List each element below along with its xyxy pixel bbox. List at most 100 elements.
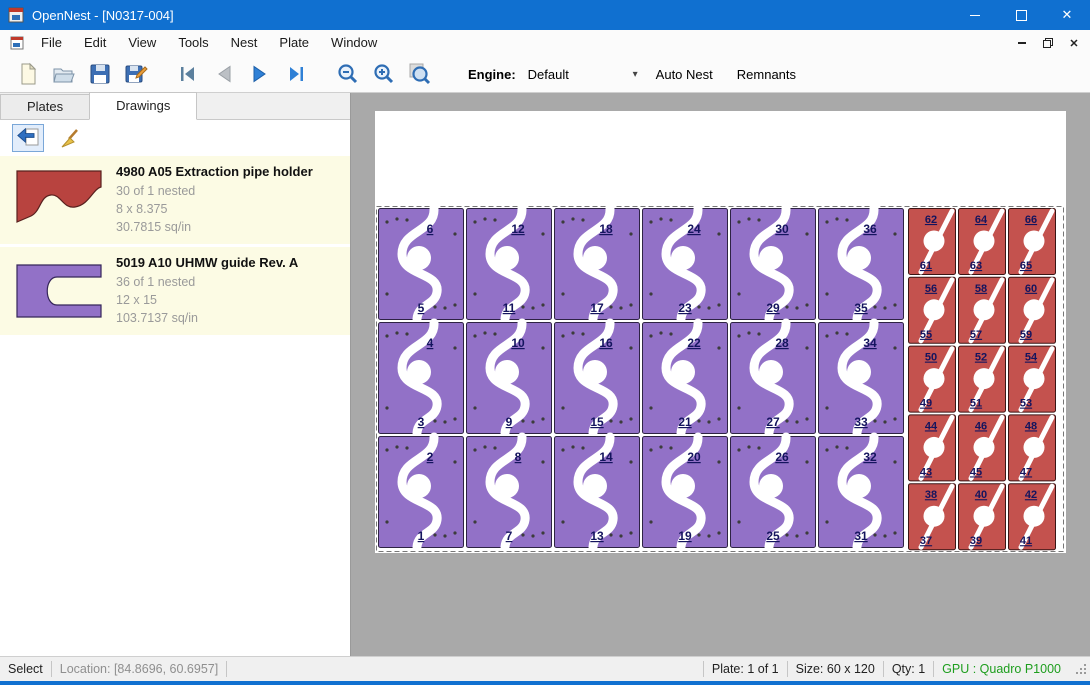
part-number[interactable]: 10 — [511, 336, 525, 350]
red-part-pair[interactable]: 6665 — [1009, 209, 1056, 275]
part-number[interactable]: 15 — [590, 415, 604, 429]
menu-view[interactable]: View — [117, 30, 167, 56]
red-part-pair[interactable]: 52 51 — [959, 346, 1006, 412]
minimize-button[interactable] — [952, 0, 998, 30]
purple-part-pair[interactable]: 1211 — [467, 209, 552, 320]
part-number[interactable]: 61 — [920, 260, 932, 272]
menu-window[interactable]: Window — [320, 30, 388, 56]
part-number[interactable]: 34 — [863, 336, 877, 350]
part-number[interactable]: 59 — [1020, 329, 1032, 341]
part-number[interactable]: 21 — [678, 415, 692, 429]
red-part-pair[interactable]: 5857 — [959, 277, 1006, 343]
menu-nest[interactable]: Nest — [220, 30, 269, 56]
part-number[interactable]: 40 — [975, 489, 987, 501]
red-part-pair[interactable]: 42 41 — [1009, 484, 1056, 550]
part-number[interactable]: 28 — [775, 336, 789, 350]
part-number[interactable]: 24 — [687, 222, 701, 236]
part-number[interactable]: 41 — [1020, 535, 1032, 547]
zoom-out-button[interactable] — [330, 59, 366, 89]
purple-part-pair[interactable]: 1615 — [555, 323, 640, 434]
purple-part-pair[interactable]: 2827 — [731, 323, 816, 434]
part-number[interactable]: 5 — [418, 301, 425, 315]
purple-part-pair[interactable]: 22 21 — [643, 323, 728, 434]
part-number[interactable]: 12 — [511, 222, 525, 236]
import-drawing-button[interactable] — [12, 124, 44, 152]
nest-canvas[interactable]: 6512111817242330293635431091615222128273… — [351, 93, 1090, 656]
part-number[interactable]: 64 — [975, 214, 988, 226]
part-number[interactable]: 39 — [970, 535, 982, 547]
zoom-in-button[interactable] — [366, 59, 402, 89]
menu-file[interactable]: File — [30, 30, 73, 56]
mdi-restore-button[interactable] — [1040, 35, 1056, 51]
red-part-pair[interactable]: 44 43 — [909, 415, 956, 481]
part-number[interactable]: 48 — [1025, 420, 1037, 432]
red-part-pair[interactable]: 6463 — [959, 209, 1006, 275]
part-number[interactable]: 4 — [427, 336, 434, 350]
part-number[interactable]: 57 — [970, 329, 982, 341]
open-button[interactable] — [46, 59, 82, 89]
auto-nest-button[interactable]: Auto Nest — [646, 60, 723, 88]
purple-part-pair[interactable]: 14 13 — [555, 437, 640, 548]
part-number[interactable]: 20 — [687, 450, 701, 464]
purple-part-pair[interactable]: 24 23 — [643, 209, 728, 320]
part-number[interactable]: 51 — [970, 398, 982, 410]
part-number[interactable]: 49 — [920, 398, 932, 410]
part-number[interactable]: 22 — [687, 336, 701, 350]
purple-part-pair[interactable]: 10 9 — [467, 323, 552, 434]
part-number[interactable]: 44 — [925, 420, 938, 432]
purple-part-pair[interactable]: 34 33 — [819, 323, 904, 434]
menu-edit[interactable]: Edit — [73, 30, 117, 56]
menu-tools[interactable]: Tools — [167, 30, 219, 56]
part-number[interactable]: 30 — [775, 222, 789, 236]
part-number[interactable]: 14 — [599, 450, 613, 464]
part-number[interactable]: 32 — [863, 450, 877, 464]
save-button[interactable] — [82, 59, 118, 89]
part-number[interactable]: 3 — [418, 415, 425, 429]
part-number[interactable]: 1 — [418, 529, 425, 543]
part-number[interactable]: 17 — [590, 301, 604, 315]
close-button[interactable]: ✕ — [1044, 0, 1090, 30]
part-number[interactable]: 36 — [863, 222, 877, 236]
part-number[interactable]: 29 — [766, 301, 780, 315]
last-plate-button[interactable] — [278, 59, 314, 89]
part-number[interactable]: 37 — [920, 535, 932, 547]
red-part-pair[interactable]: 38 37 — [909, 484, 956, 550]
first-plate-button[interactable] — [170, 59, 206, 89]
purple-part-pair[interactable]: 43 — [379, 323, 464, 434]
purple-part-pair[interactable]: 3635 — [819, 209, 904, 320]
part-number[interactable]: 8 — [515, 450, 522, 464]
part-number[interactable]: 19 — [678, 529, 692, 543]
part-number[interactable]: 52 — [975, 352, 987, 364]
part-number[interactable]: 23 — [678, 301, 692, 315]
mdi-close-button[interactable]: ✕ — [1066, 35, 1082, 51]
engine-select[interactable]: Default ▾ — [524, 63, 642, 85]
part-number[interactable]: 2 — [427, 450, 434, 464]
maximize-button[interactable] — [998, 0, 1044, 30]
purple-part-pair[interactable]: 65 — [379, 209, 464, 320]
part-number[interactable]: 42 — [1025, 489, 1037, 501]
part-number[interactable]: 55 — [920, 329, 932, 341]
clean-button[interactable] — [54, 124, 86, 152]
red-part-pair[interactable]: 5049 — [909, 346, 956, 412]
tab-plates[interactable]: Plates — [0, 94, 90, 119]
save-as-button[interactable] — [118, 59, 154, 89]
part-number[interactable]: 47 — [1020, 466, 1032, 478]
part-number[interactable]: 33 — [854, 415, 868, 429]
part-number[interactable]: 45 — [970, 466, 982, 478]
red-part-pair[interactable]: 5453 — [1009, 346, 1056, 412]
part-number[interactable]: 13 — [590, 529, 604, 543]
remnants-button[interactable]: Remnants — [727, 60, 806, 88]
part-number[interactable]: 54 — [1025, 352, 1038, 364]
purple-part-pair[interactable]: 3231 — [819, 437, 904, 548]
menu-plate[interactable]: Plate — [268, 30, 320, 56]
part-number[interactable]: 26 — [775, 450, 789, 464]
new-button[interactable] — [10, 59, 46, 89]
part-number[interactable]: 7 — [506, 529, 513, 543]
part-number[interactable]: 43 — [920, 466, 932, 478]
list-item[interactable]: 4980 A05 Extraction pipe holder 30 of 1 … — [0, 156, 350, 244]
part-number[interactable]: 9 — [506, 415, 513, 429]
part-number[interactable]: 38 — [925, 489, 937, 501]
red-part-pair[interactable]: 5655 — [909, 277, 956, 343]
red-part-pair[interactable]: 48 47 — [1009, 415, 1056, 481]
list-item[interactable]: 5019 A10 UHMW guide Rev. A 36 of 1 neste… — [0, 247, 350, 335]
